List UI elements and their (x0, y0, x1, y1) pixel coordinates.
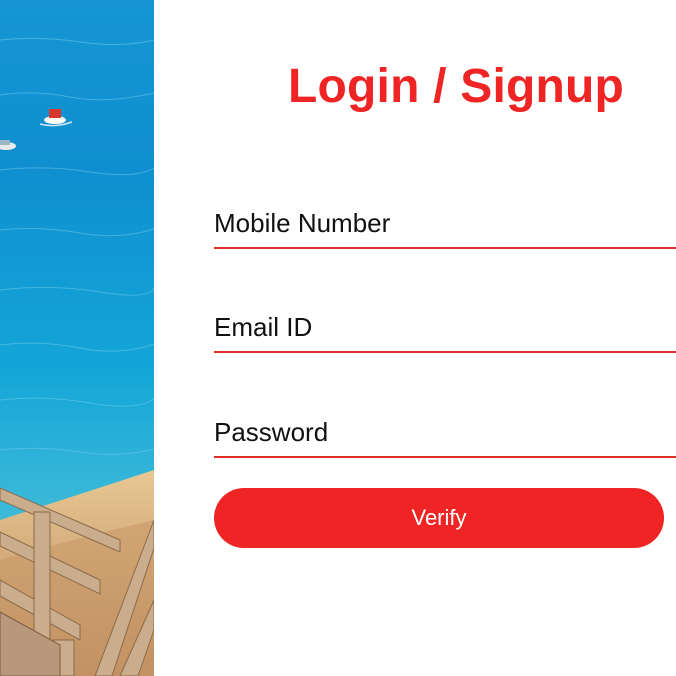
mobile-number-field-wrapper (214, 205, 676, 249)
page-title: Login / Signup (288, 60, 625, 113)
login-form-panel: Login / Signup Verify (154, 0, 676, 676)
password-input[interactable] (214, 416, 676, 448)
mobile-number-input[interactable] (214, 207, 676, 239)
password-field-wrapper (214, 414, 676, 458)
email-input[interactable] (214, 311, 676, 343)
beach-photo (0, 0, 154, 676)
verify-button[interactable]: Verify (214, 488, 664, 548)
email-field-wrapper (214, 309, 676, 353)
login-page: Login / Signup Verify (0, 0, 676, 676)
